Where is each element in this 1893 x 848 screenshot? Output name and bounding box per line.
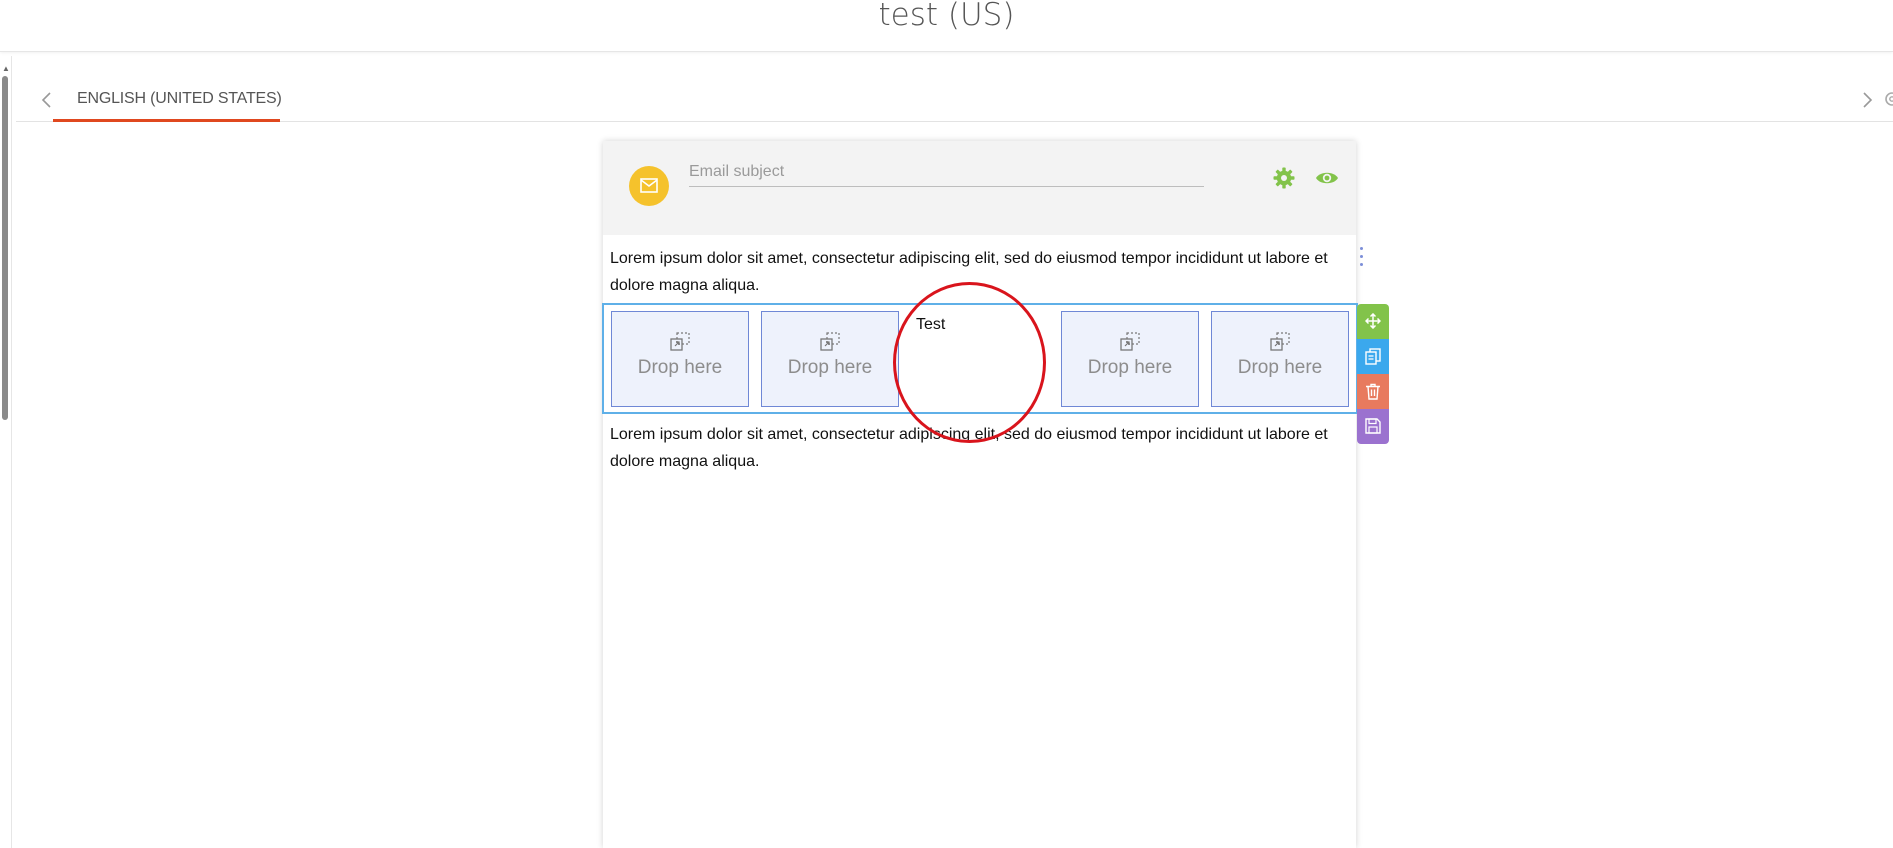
duplicate-row-button[interactable] (1357, 339, 1389, 374)
partial-gear-icon[interactable] (1882, 89, 1893, 109)
email-editor-canvas: Lorem ipsum dolor sit amet, consectetur … (602, 141, 1363, 848)
envelope-icon (640, 178, 658, 193)
drop-target-icon (820, 332, 840, 351)
drop-zone-label: Drop here (787, 357, 873, 378)
drop-target-icon (1120, 332, 1140, 351)
drop-zone-4[interactable]: Drop here (1211, 311, 1349, 407)
move-row-button[interactable] (1357, 304, 1389, 339)
copy-icon (1365, 348, 1381, 365)
email-subject-field[interactable] (689, 163, 1204, 187)
chevron-right-icon (1863, 92, 1873, 108)
tab-label: ENGLISH (UNITED STATES) (77, 90, 282, 107)
column-row-selected[interactable]: Drop here Drop here Test Drop here Drop … (602, 303, 1358, 414)
eye-icon (1316, 172, 1338, 184)
page-title: test (US) (878, 0, 1015, 33)
drop-target-icon (670, 332, 690, 351)
move-icon (1365, 313, 1381, 329)
tab-english-united-states[interactable]: ENGLISH (UNITED STATES) (53, 80, 282, 122)
tab-next-button[interactable] (1856, 88, 1878, 112)
scrollbar-thumb[interactable] (2, 76, 8, 420)
trash-icon (1366, 383, 1380, 400)
drop-target-icon (1270, 332, 1290, 351)
preview-button[interactable] (1315, 168, 1339, 188)
gear-icon (1273, 167, 1295, 189)
vertical-scrollbar[interactable]: ▲ (0, 56, 12, 848)
row-toolbar (1357, 304, 1389, 444)
drop-zone-2[interactable]: Drop here (761, 311, 899, 407)
drop-zone-1[interactable]: Drop here (611, 311, 749, 407)
save-row-button[interactable] (1357, 409, 1389, 444)
drop-zone-label: Drop here (1237, 357, 1323, 378)
save-icon (1365, 418, 1381, 434)
page-header: test (US) (0, 0, 1893, 52)
language-tab-bar: ENGLISH (UNITED STATES) (16, 80, 1893, 122)
text-block-bottom[interactable]: Lorem ipsum dolor sit amet, consectetur … (610, 421, 1350, 475)
cell-text: Test (916, 316, 946, 333)
drop-zone-label: Drop here (1087, 357, 1173, 378)
text-block-top[interactable]: Lorem ipsum dolor sit amet, consectetur … (610, 245, 1350, 299)
scroll-up-arrow-icon[interactable]: ▲ (2, 64, 10, 73)
mail-avatar (629, 166, 669, 206)
text-cell-test[interactable]: Test (911, 311, 1049, 407)
email-subject-input[interactable] (689, 163, 1204, 181)
drop-zone-3[interactable]: Drop here (1061, 311, 1199, 407)
email-header (603, 141, 1356, 235)
delete-row-button[interactable] (1357, 374, 1389, 409)
drop-zone-label: Drop here (637, 357, 723, 378)
settings-button[interactable] (1272, 166, 1296, 190)
more-options-icon[interactable] (1356, 247, 1366, 271)
